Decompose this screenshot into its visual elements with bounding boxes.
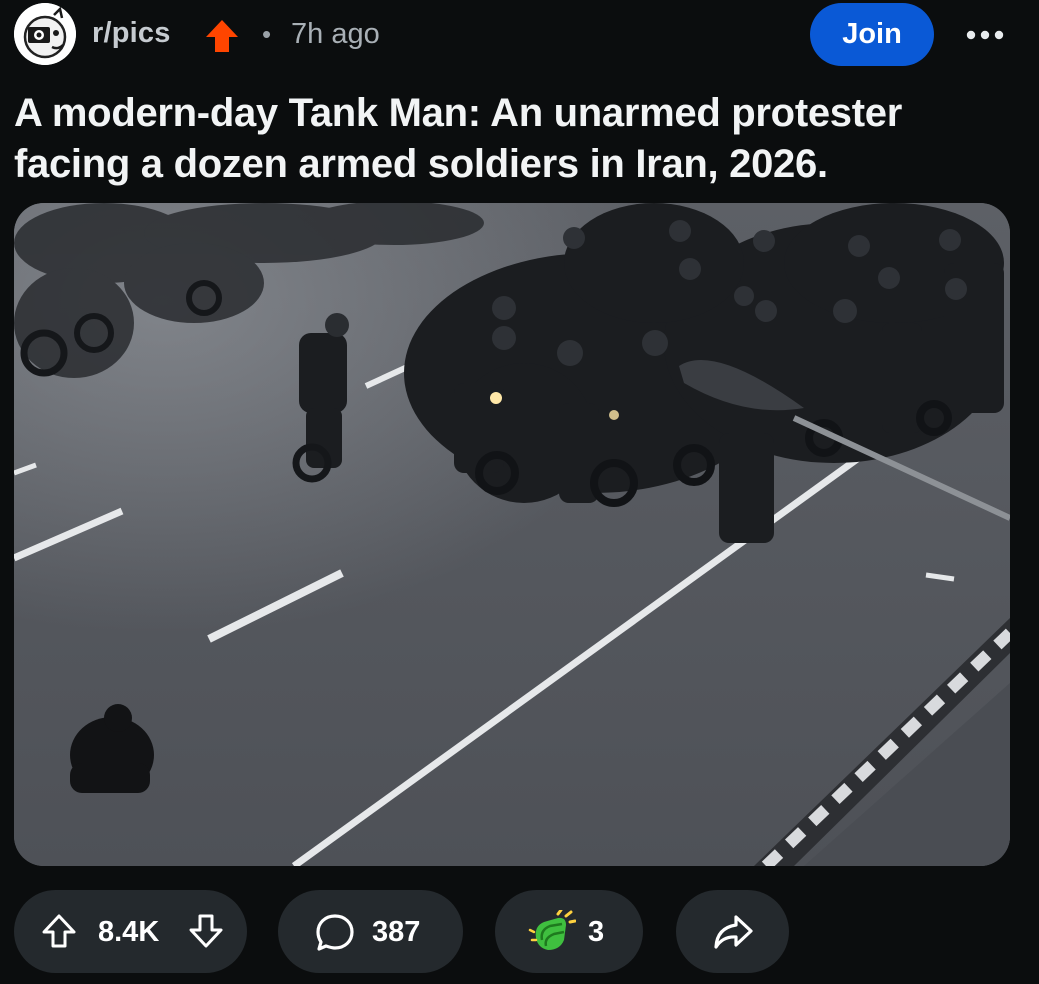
post-header: r/pics • 7h ago Join xyxy=(0,0,1039,72)
orange-upvote-arrow-icon xyxy=(203,17,241,55)
upvote-button[interactable] xyxy=(39,911,79,951)
more-options-button[interactable] xyxy=(960,20,1010,50)
subreddit-avatar-icon xyxy=(14,3,76,65)
award-clapping-hands-icon xyxy=(528,910,576,954)
comment-count: 387 xyxy=(372,916,421,948)
post-time: 7h ago xyxy=(291,18,380,50)
subreddit-avatar[interactable] xyxy=(14,3,76,65)
separator-dot: • xyxy=(262,19,272,49)
vote-count: 8.4K xyxy=(98,916,160,948)
award-count: 3 xyxy=(588,916,605,948)
post-photo-image xyxy=(14,203,1010,866)
join-button[interactable]: Join xyxy=(810,3,934,66)
award-button[interactable]: 3 xyxy=(495,890,643,973)
ellipsis-icon xyxy=(966,30,1004,40)
post-image[interactable] xyxy=(14,203,1010,866)
share-arrow-icon xyxy=(713,914,753,949)
post-title[interactable]: A modern-day Tank Man: An unarmed protes… xyxy=(14,88,1014,190)
share-button[interactable] xyxy=(676,890,789,973)
downvote-button[interactable] xyxy=(186,911,226,951)
upvote-arrow-icon xyxy=(42,914,76,948)
vote-pill: 8.4K xyxy=(14,890,247,973)
downvote-arrow-icon xyxy=(189,914,223,948)
post-actions-bar: 8.4K 387 3 xyxy=(0,886,1039,976)
comment-bubble-icon xyxy=(314,912,356,952)
comments-button[interactable]: 387 xyxy=(278,890,463,973)
subreddit-name[interactable]: r/pics xyxy=(92,17,171,50)
